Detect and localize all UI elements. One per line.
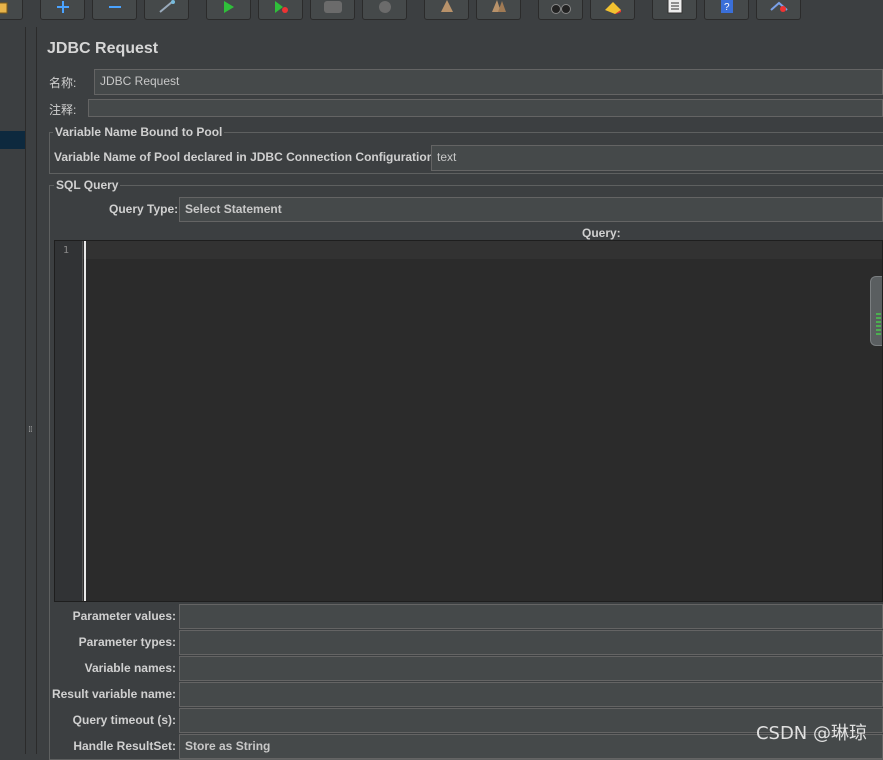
toggle-button[interactable]	[144, 0, 189, 20]
query-type-select[interactable]: Select Statement	[179, 197, 883, 222]
parameter-types-label: Parameter types:	[78, 635, 176, 649]
text-caret	[84, 241, 86, 601]
list-icon	[667, 0, 682, 14]
parameter-values-field[interactable]	[179, 604, 883, 629]
help-button[interactable]: ?	[704, 0, 749, 20]
clear-all-button[interactable]	[476, 0, 521, 20]
name-label: 名称:	[49, 76, 77, 90]
stop-button[interactable]	[310, 0, 355, 20]
result-variable-name-field[interactable]	[179, 682, 883, 707]
pool-group-title: Variable Name Bound to Pool	[53, 125, 225, 139]
start-no-pause-button[interactable]	[258, 0, 303, 20]
shutdown-icon	[378, 1, 391, 13]
search-button[interactable]	[538, 0, 583, 20]
handle-resultset-label: Handle ResultSet:	[73, 739, 176, 753]
help-icon: ?	[720, 0, 733, 13]
expand-button[interactable]	[40, 0, 85, 20]
start-button[interactable]	[206, 0, 251, 20]
toolbar: ?	[0, 0, 883, 22]
split-pane-divider[interactable]: ⁞⁞	[26, 27, 37, 754]
eraser-icon	[604, 2, 621, 14]
query-timeout-label: Query timeout (s):	[72, 713, 176, 727]
parameter-types-field[interactable]	[179, 630, 883, 655]
scroll-tick	[876, 313, 881, 315]
play-icon	[223, 1, 234, 13]
play-nopause-icon	[274, 1, 288, 13]
pool-group: Variable Name Bound to Pool Variable Nam…	[49, 125, 883, 174]
sql-query-editor[interactable]: 1	[54, 240, 883, 602]
shutdown-button[interactable]	[362, 0, 407, 20]
jdbc-request-panel: JDBC Request 名称: JDBC Request 注释: Variab…	[37, 27, 883, 760]
reset-search-button[interactable]	[590, 0, 635, 20]
grip-icon: ⁞⁞	[28, 425, 33, 435]
watermark: CSDN @琳琼	[755, 723, 867, 744]
svg-text:?: ?	[724, 2, 730, 13]
test-plan-tree[interactable]	[0, 27, 26, 754]
line-number-gutter: 1	[55, 241, 83, 601]
stop-icon	[323, 1, 342, 13]
variable-names-label: Variable names:	[84, 661, 176, 675]
pool-name-label: Variable Name of Pool declared in JDBC C…	[54, 150, 439, 164]
comment-field[interactable]	[88, 99, 883, 117]
broom-icon	[440, 0, 453, 12]
sql-group-title: SQL Query	[54, 178, 121, 192]
minus-icon	[108, 6, 121, 8]
binoculars-icon	[550, 4, 571, 14]
remote-icon	[769, 1, 788, 12]
scroll-tick	[876, 317, 881, 319]
scroll-tick	[876, 321, 881, 323]
wand-icon	[158, 0, 175, 13]
function-helper-button[interactable]	[652, 0, 697, 20]
line-number: 1	[63, 245, 70, 256]
tree-selected-node[interactable]	[0, 131, 25, 149]
open-button[interactable]	[0, 0, 23, 20]
scroll-tick	[876, 333, 881, 335]
remote-button[interactable]	[756, 0, 801, 20]
scroll-tick	[876, 325, 881, 327]
name-field[interactable]: JDBC Request	[94, 69, 883, 95]
open-icon	[0, 2, 7, 14]
query-label: Query:	[582, 226, 621, 240]
page-title: JDBC Request	[47, 40, 159, 57]
clear-button[interactable]	[424, 0, 469, 20]
editor-scroll-handle[interactable]	[870, 276, 882, 346]
current-line-highlight	[83, 241, 882, 259]
plus-icon	[56, 1, 69, 13]
collapse-button[interactable]	[92, 0, 137, 20]
broom-all-icon	[491, 0, 506, 12]
scroll-tick	[876, 329, 881, 331]
comment-label: 注释:	[49, 103, 77, 117]
variable-names-field[interactable]	[179, 656, 883, 681]
parameter-values-label: Parameter values:	[72, 609, 176, 623]
query-type-label: Query Type:	[109, 202, 179, 216]
result-variable-name-label: Result variable name:	[51, 687, 176, 701]
pool-name-field[interactable]: text	[431, 145, 883, 171]
